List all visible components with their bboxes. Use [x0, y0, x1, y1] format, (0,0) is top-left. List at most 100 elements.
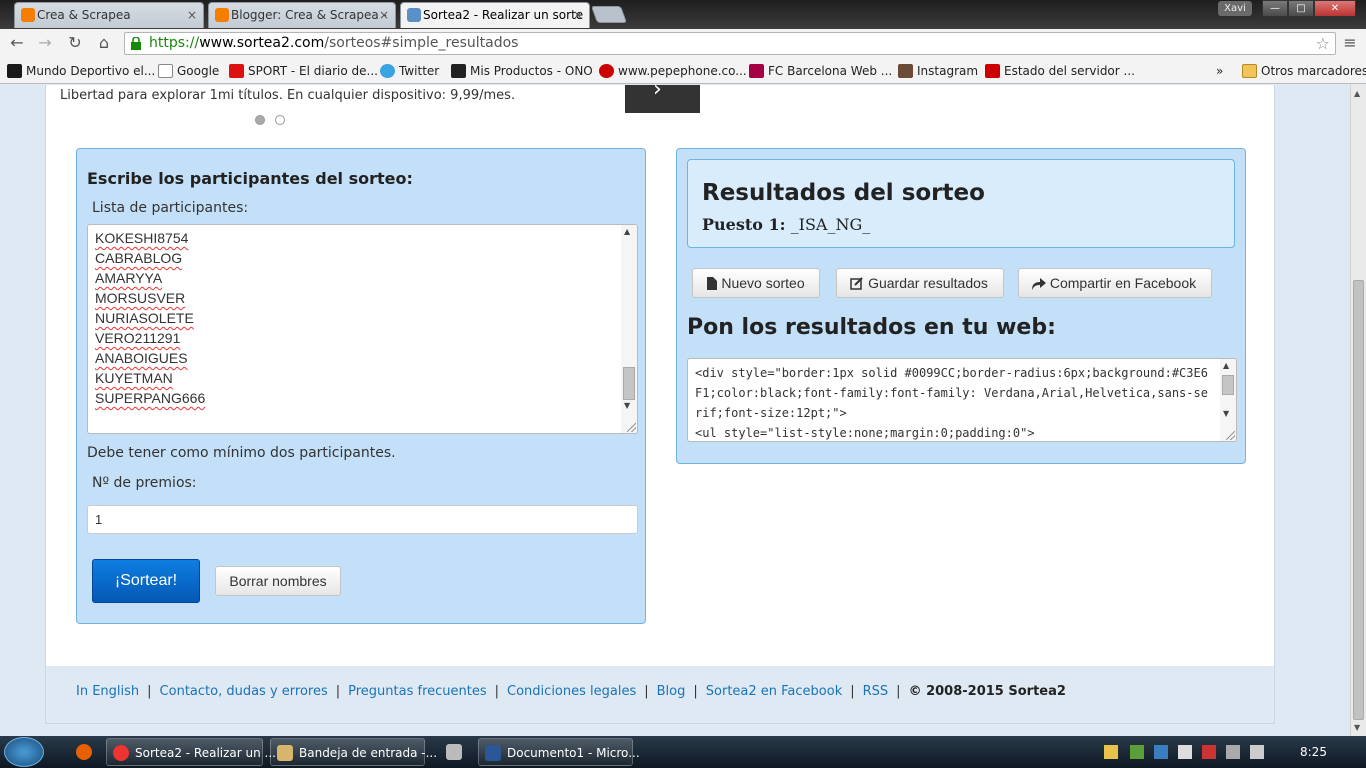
bookmark-item[interactable]: Mundo Deportivo el... [7, 62, 155, 80]
bookmarks-overflow[interactable]: » [1198, 62, 1223, 80]
start-button[interactable] [4, 737, 44, 767]
edit-icon [850, 277, 863, 290]
carousel-dot-active[interactable] [255, 115, 265, 125]
reload-icon[interactable]: ↻ [64, 32, 86, 54]
blogger-icon [215, 8, 229, 22]
footer-link-facebook[interactable]: Sortea2 en Facebook [706, 684, 842, 699]
firefox-icon [76, 744, 92, 760]
home-icon[interactable]: ⌂ [93, 32, 115, 54]
bookmark-item[interactable]: Google [158, 62, 219, 80]
browser-toolbar: ← → ↻ ⌂ https://www.sortea2.com/sorteos#… [0, 29, 1366, 58]
forward-icon[interactable]: → [34, 32, 56, 54]
bookmark-item[interactable]: Mis Productos - ONO [451, 62, 593, 80]
scroll-up-icon[interactable]: ▲ [624, 227, 630, 236]
bookmark-label: Google [177, 64, 220, 78]
bookmark-label: FC Barcelona Web ... [768, 64, 893, 78]
folder-icon [1242, 64, 1257, 78]
footer-link-contact[interactable]: Contacto, dudas y errores [160, 684, 328, 699]
url-text: https://www.sortea2.com/sorteos#simple_r… [149, 33, 518, 54]
maximize-button[interactable]: □ [1288, 0, 1314, 17]
tab-close-icon[interactable]: × [573, 3, 583, 27]
other-bookmarks[interactable]: Otros marcadores [1242, 62, 1366, 80]
volume-icon[interactable] [1250, 745, 1264, 759]
taskbar-label: Bandeja de entrada -... [299, 746, 438, 760]
firefox-taskbar-icon[interactable] [70, 738, 94, 766]
footer: In English | Contacto, dudas y errores | Pre… [45, 666, 1275, 724]
taskbar-item-chrome[interactable]: Sortea2 - Realizar un ... [106, 738, 276, 766]
tray-icon[interactable] [1104, 745, 1118, 759]
bookmark-label: Estado del servidor ... [1004, 64, 1135, 78]
resize-handle-icon[interactable] [627, 423, 636, 432]
button-label: Compartir en Facebook [1049, 275, 1197, 291]
tab-blogger[interactable]: Blogger: Crea & Scrapea - × [208, 2, 396, 28]
footer-separator: | [896, 684, 901, 699]
draw-button[interactable]: ¡Sortear! [92, 559, 200, 603]
url-host: www.sortea2.com [199, 35, 325, 51]
resize-handle-icon[interactable] [1226, 431, 1235, 440]
clear-names-button[interactable]: Borrar nombres [215, 566, 341, 596]
footer-link-faq[interactable]: Preguntas frecuentes [348, 684, 487, 699]
prizes-input[interactable]: 1 [87, 505, 638, 534]
bookmark-item[interactable]: SPORT - El diario de... [229, 62, 378, 80]
tab-sortea2[interactable]: Sortea2 - Realizar un sorte × [400, 2, 590, 28]
scroll-down-icon[interactable]: ▼ [1354, 723, 1360, 732]
prizes-label: Nº de premios: [92, 475, 197, 491]
carousel-dot[interactable] [275, 115, 285, 125]
footer-link-english[interactable]: In English [76, 684, 139, 699]
tray-icon[interactable] [1130, 745, 1144, 759]
code-scrollbar[interactable]: ▲ ▼ [1220, 359, 1236, 441]
bookmark-item[interactable]: FC Barcelona Web ... [749, 62, 892, 80]
embed-code-textarea[interactable]: <div style="border:1px solid #0099CC;bor… [687, 358, 1237, 442]
flag-icon[interactable] [1178, 745, 1192, 759]
bookmark-item[interactable]: www.pepephone.co... [599, 62, 747, 80]
tray-icon[interactable] [1202, 745, 1216, 759]
page-scrollbar-thumb[interactable] [1353, 280, 1364, 720]
bookmark-label: Mis Productos - ONO [470, 64, 593, 78]
address-bar[interactable]: https://www.sortea2.com/sorteos#simple_r… [124, 32, 1336, 55]
scrollbar-thumb[interactable] [623, 367, 635, 400]
results-title: Resultados del sorteo [702, 180, 985, 206]
taskbar-clock[interactable]: 8:25 [1300, 745, 1327, 759]
page-scrollbar[interactable]: ▲ ▼ [1350, 85, 1366, 736]
participant-entry: KUYETMAN [95, 370, 173, 386]
profile-badge[interactable]: Xavi [1218, 1, 1252, 16]
blogger-icon [21, 8, 35, 22]
scroll-up-icon[interactable]: ▲ [1354, 89, 1360, 98]
button-label: Nuevo sorteo [721, 275, 805, 291]
close-window-button[interactable]: ✕ [1314, 0, 1356, 17]
share-icon [1032, 278, 1046, 290]
bookmark-item[interactable]: Twitter [380, 62, 439, 80]
taskbar-item-word[interactable]: Documento1 - Micro... [478, 738, 640, 766]
bookmark-item[interactable]: Instagram [898, 62, 978, 80]
tab-crea-scrapea[interactable]: Crea & Scrapea × [14, 2, 204, 28]
footer-link-legal[interactable]: Condiciones legales [507, 684, 636, 699]
mail-icon [277, 745, 293, 761]
result-entry: Puesto 1: _ISA_NG_ [702, 215, 870, 234]
participants-textarea[interactable]: KOKESHI8754 CABRABLOG AMARYYA MORSUSVER … [87, 224, 638, 434]
scrollbar-thumb[interactable] [1222, 375, 1234, 395]
new-tab-button[interactable] [590, 6, 628, 23]
taskbar-app-icon[interactable] [440, 738, 464, 766]
scroll-down-icon[interactable]: ▼ [1223, 409, 1229, 418]
textarea-scrollbar[interactable]: ▲ ▼ [621, 225, 637, 433]
scroll-up-icon[interactable]: ▲ [1223, 361, 1229, 370]
bookmark-star-icon[interactable]: ☆ [1316, 33, 1330, 54]
new-draw-button[interactable]: Nuevo sorteo [692, 268, 820, 298]
bookmark-label: SPORT - El diario de... [248, 64, 378, 78]
tray-icon[interactable] [1154, 745, 1168, 759]
footer-link-rss[interactable]: RSS [863, 684, 889, 699]
ad-next-button[interactable]: › [625, 85, 700, 113]
save-results-button[interactable]: Guardar resultados [836, 268, 1004, 298]
participants-panel: Escribe los participantes del sorteo: Li… [76, 148, 646, 624]
scroll-down-icon[interactable]: ▼ [624, 401, 630, 410]
bookmark-item[interactable]: Estado del servidor ... [985, 62, 1135, 80]
tab-close-icon[interactable]: × [379, 3, 389, 27]
footer-link-blog[interactable]: Blog [657, 684, 686, 699]
menu-icon[interactable]: ≡ [1342, 33, 1358, 52]
network-icon[interactable] [1226, 745, 1240, 759]
tab-close-icon[interactable]: × [187, 3, 197, 27]
taskbar-item-mail[interactable]: Bandeja de entrada -... [270, 738, 437, 766]
share-facebook-button[interactable]: Compartir en Facebook [1018, 268, 1212, 298]
minimize-button[interactable]: — [1262, 0, 1288, 17]
back-icon[interactable]: ← [6, 32, 28, 54]
